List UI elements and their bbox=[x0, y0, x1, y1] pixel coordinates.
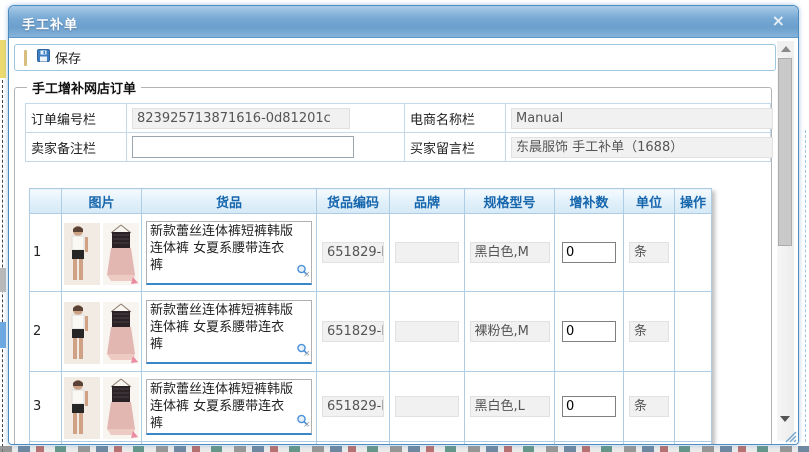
toolbar: 保存 bbox=[14, 44, 776, 71]
shop-name-label: 电商名称栏 bbox=[405, 104, 506, 133]
goods-code-value: 651829-he bbox=[322, 242, 384, 263]
background-fragment bbox=[0, 322, 6, 348]
scrollbar-thumb[interactable] bbox=[778, 58, 792, 246]
col-header-action: 操作 bbox=[675, 189, 712, 214]
row-index: 4 bbox=[30, 442, 62, 445]
shop-name-value: Manual bbox=[511, 108, 773, 129]
action-cell bbox=[675, 214, 712, 292]
magnifier-icon[interactable] bbox=[296, 264, 310, 282]
close-icon[interactable]: × bbox=[772, 12, 785, 30]
table-row: 2 bbox=[30, 292, 712, 372]
fieldset-legend: 手工增补网店订单 bbox=[27, 78, 141, 97]
background-dotted-border bbox=[2, 80, 3, 452]
save-icon bbox=[37, 49, 50, 66]
col-header-product: 货品 bbox=[142, 189, 317, 214]
product-images bbox=[62, 374, 141, 439]
product-photo-model bbox=[64, 302, 100, 364]
col-header-image: 图片 bbox=[62, 189, 142, 214]
supplement-qty-input[interactable] bbox=[562, 321, 616, 342]
product-photo-dress bbox=[103, 223, 139, 285]
scroll-up-button[interactable] bbox=[777, 41, 794, 56]
toolbar-grip-handle[interactable] bbox=[24, 50, 27, 66]
spec-value: 黑白色,L bbox=[470, 396, 550, 417]
col-header-brand: 品牌 bbox=[390, 189, 465, 214]
spec-value: 黑白色,M bbox=[470, 242, 550, 263]
product-images bbox=[62, 299, 141, 364]
brand-value bbox=[395, 321, 459, 342]
background-page-right-edge bbox=[805, 130, 806, 442]
supplement-qty-input[interactable] bbox=[562, 242, 616, 263]
background-page-bottom-strip bbox=[0, 446, 809, 452]
arrow-down-icon bbox=[780, 416, 790, 422]
unit-value: 条 bbox=[629, 242, 669, 263]
product-lookup-box[interactable]: 新款蕾丝连体裤短裤韩版连体裤 女夏系腰带连衣裤 bbox=[146, 300, 312, 364]
table-row: 1 bbox=[30, 214, 712, 292]
order-fieldset: 手工增补网店订单 订单编号栏 823925713871616-0d81201c … bbox=[14, 78, 772, 444]
product-images bbox=[62, 220, 141, 285]
dialog-titlebar[interactable]: 手工补单 × bbox=[9, 6, 798, 38]
dialog-title: 手工补单 bbox=[22, 14, 78, 33]
background-page-left-strip bbox=[0, 0, 8, 452]
goods-code-value: 651829-lu bbox=[322, 321, 384, 342]
col-header-spec: 规格型号 bbox=[465, 189, 555, 214]
items-header-row: 图片 货品 货品编码 品牌 规格型号 增补数 单位 操作 bbox=[30, 189, 712, 214]
dialog-body: 保存 手工增补网店订单 订单编号栏 823925713871616-0d8120… bbox=[9, 38, 798, 444]
row-index: 2 bbox=[30, 292, 62, 372]
buyer-message-label: 买家留言栏 bbox=[405, 133, 506, 162]
order-info-table: 订单编号栏 823925713871616-0d81201c 电商名称栏 Man… bbox=[25, 103, 771, 162]
buyer-message-value: 东晨服饰 手工补单（1688） bbox=[511, 137, 773, 158]
background-fragment bbox=[0, 268, 6, 292]
unit-value: 条 bbox=[629, 396, 669, 417]
product-photo-model bbox=[64, 377, 100, 439]
product-lookup-box[interactable]: 新款蕾丝连体裤短裤韩版连体裤 女夏系腰带连衣裤 bbox=[146, 221, 312, 285]
vertical-scrollbar[interactable] bbox=[777, 41, 794, 441]
seller-note-input[interactable] bbox=[132, 136, 354, 158]
brand-value bbox=[395, 396, 459, 417]
col-header-code: 货品编码 bbox=[317, 189, 390, 214]
items-table: 图片 货品 货品编码 品牌 规格型号 增补数 单位 操作 1 bbox=[29, 188, 712, 444]
brand-value bbox=[395, 242, 459, 263]
resize-grip[interactable] bbox=[782, 428, 797, 443]
row-index: 1 bbox=[30, 214, 62, 292]
table-row: 3 bbox=[30, 372, 712, 442]
order-no-value: 823925713871616-0d81201c bbox=[132, 108, 350, 129]
unit-value: 条 bbox=[629, 321, 669, 342]
col-header-unit: 单位 bbox=[624, 189, 675, 214]
action-cell bbox=[675, 292, 712, 372]
order-no-label: 订单编号栏 bbox=[26, 104, 127, 133]
product-lookup-box[interactable]: 新款蕾丝连体裤短裤韩版连体裤 女夏系腰带连衣裤 bbox=[146, 379, 312, 435]
col-header-index bbox=[30, 189, 62, 214]
action-cell bbox=[675, 442, 712, 445]
goods-code-value: 651829-he bbox=[322, 396, 384, 417]
arrow-up-icon bbox=[781, 46, 791, 52]
product-photo-dress bbox=[103, 377, 139, 439]
background-fragment bbox=[0, 40, 6, 78]
magnifier-icon[interactable] bbox=[296, 343, 310, 361]
seller-note-label: 卖家备注栏 bbox=[26, 133, 127, 162]
product-photo-dress bbox=[103, 302, 139, 364]
supplement-qty-input[interactable] bbox=[562, 396, 616, 417]
scroll-down-button[interactable] bbox=[777, 412, 794, 427]
save-button-label: 保存 bbox=[55, 48, 81, 67]
col-header-qty: 增补数 bbox=[555, 189, 624, 214]
product-photo-model bbox=[64, 223, 100, 285]
row-index: 3 bbox=[30, 372, 62, 442]
action-cell bbox=[675, 372, 712, 442]
spec-value: 裸粉色,M bbox=[470, 321, 550, 342]
manual-order-dialog: 手工补单 × 保存 手工增补网店订单 bbox=[8, 5, 799, 445]
table-row: 4 新款蕾丝连体裤短裤韩版连体裤 女夏系腰带连衣裤 bbox=[30, 442, 712, 445]
magnifier-icon[interactable] bbox=[296, 414, 310, 432]
save-button[interactable]: 保存 bbox=[37, 47, 81, 68]
